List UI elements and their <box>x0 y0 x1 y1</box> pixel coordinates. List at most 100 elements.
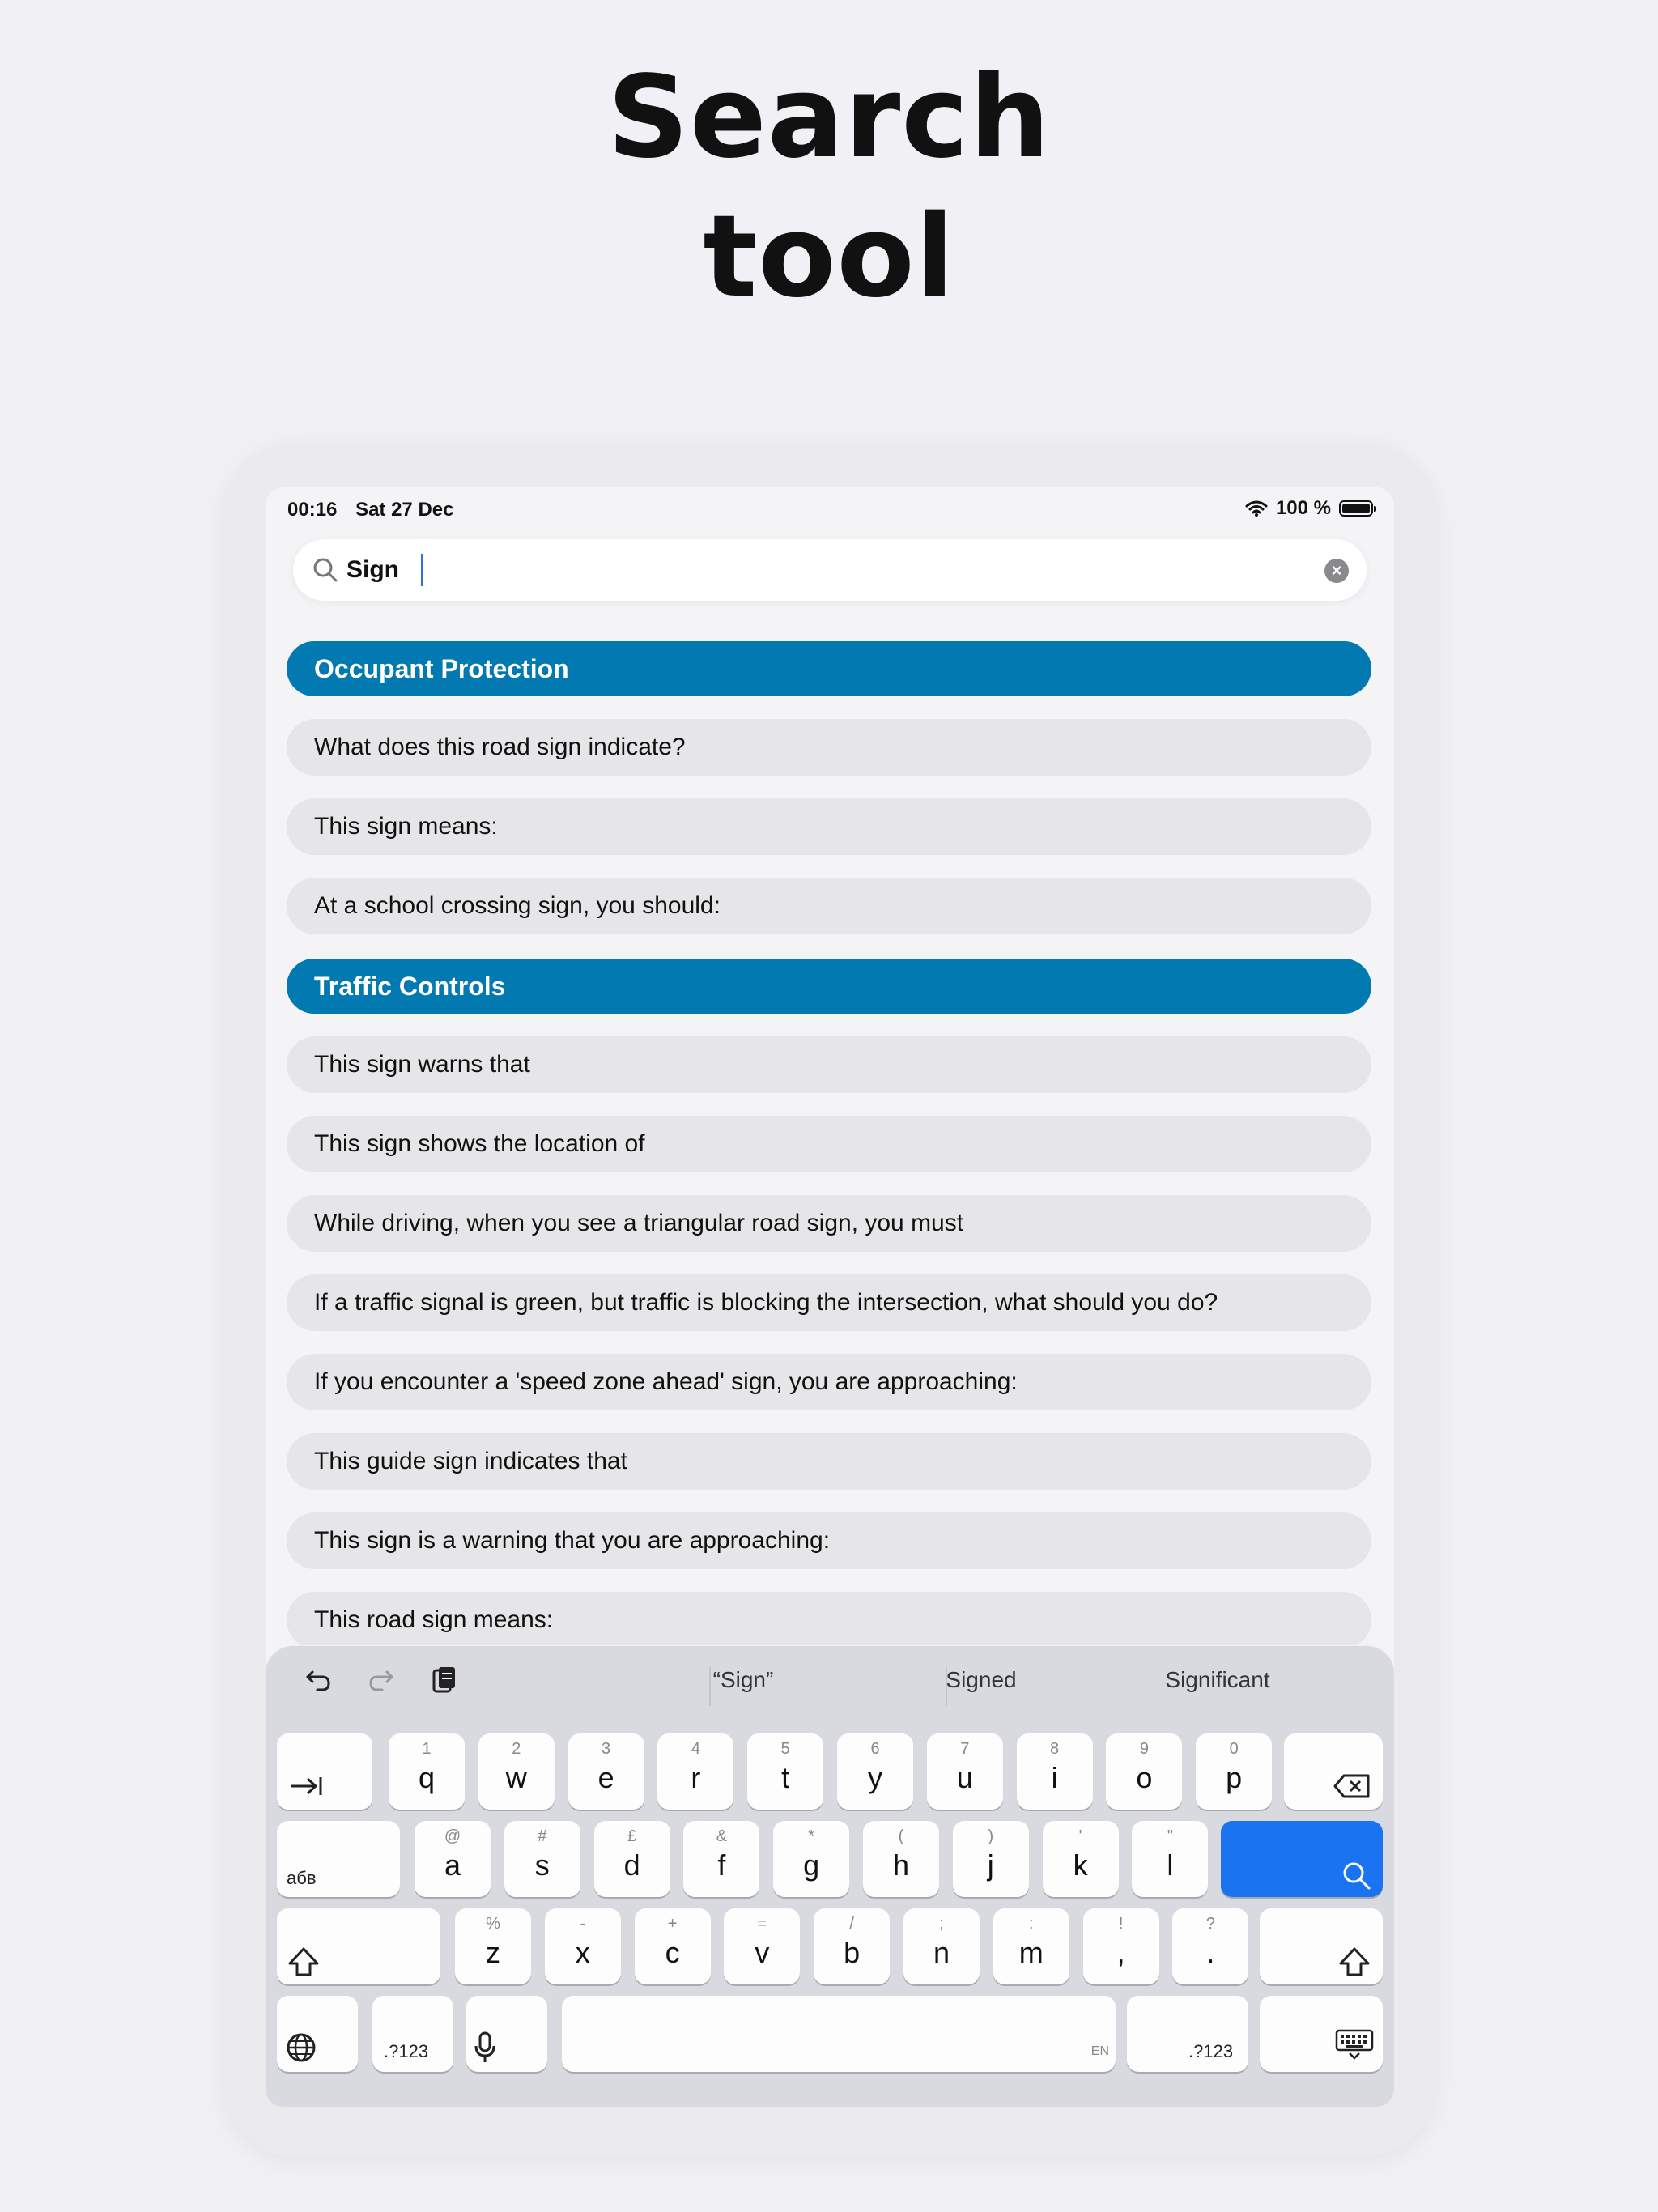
key-alt-label: ; <box>939 1915 944 1933</box>
key-alt-label: = <box>757 1915 767 1933</box>
letter-key-7[interactable]: ' k <box>1042 1821 1119 1897</box>
alphabet-switch-key[interactable]: абв <box>277 1821 400 1897</box>
clear-search-icon[interactable]: × <box>1324 559 1349 583</box>
section-header-occupant-protection[interactable]: Occupant Protection <box>287 641 1371 696</box>
letter-key-6[interactable]: ) j <box>952 1821 1029 1897</box>
letter-key-8[interactable]: " l <box>1132 1821 1209 1897</box>
search-input[interactable] <box>346 552 1302 588</box>
letter-key-2[interactable]: + c <box>634 1908 711 1984</box>
letter-key-5[interactable]: 6y <box>837 1733 913 1810</box>
numbers-key-left[interactable]: .?123 <box>372 1996 453 2072</box>
letter-key-4[interactable]: * g <box>773 1821 850 1897</box>
undo-icon[interactable] <box>301 1662 337 1698</box>
letter-key-2[interactable]: £ d <box>593 1821 670 1897</box>
key-label: . <box>1206 1936 1215 1969</box>
tab-key[interactable] <box>277 1733 372 1810</box>
list-item[interactable]: This sign shows the location of <box>287 1116 1371 1172</box>
globe-icon <box>287 2033 316 2062</box>
list-item[interactable]: At a school crossing sign, you should: <box>287 878 1371 934</box>
clipboard-icon[interactable] <box>426 1662 461 1698</box>
redo-icon[interactable] <box>363 1662 398 1698</box>
key-alt-label: ! <box>1118 1915 1124 1933</box>
shift-key-right[interactable] <box>1260 1908 1383 1984</box>
results-list: Occupant Protection What does this road … <box>287 641 1371 1648</box>
letter-key-2[interactable]: 3e <box>568 1733 644 1810</box>
key-label: t <box>781 1761 790 1794</box>
list-item[interactable]: While driving, when you see a triangular… <box>287 1195 1371 1252</box>
hide-keyboard-key[interactable] <box>1260 1996 1383 2072</box>
key-label: w <box>505 1761 527 1794</box>
search-bar[interactable]: × <box>293 539 1367 601</box>
letter-key-3[interactable]: 4r <box>657 1733 734 1810</box>
key-label: n <box>933 1936 950 1969</box>
key-label: q <box>418 1761 436 1794</box>
section-header-traffic-controls[interactable]: Traffic Controls <box>287 959 1371 1014</box>
space-bar[interactable]: EN <box>562 1996 1116 2072</box>
letter-key-6[interactable]: 7u <box>926 1733 1003 1810</box>
letter-key-4[interactable]: / b <box>814 1908 891 1984</box>
letter-key-7[interactable]: 8i <box>1016 1733 1093 1810</box>
search-icon <box>1343 1862 1371 1890</box>
shift-icon <box>288 1947 319 1976</box>
letter-key-6[interactable]: :m <box>993 1908 1069 1984</box>
suggestion-2[interactable]: Signed <box>868 1667 1095 1693</box>
letter-key-3[interactable]: = v <box>724 1908 801 1984</box>
search-key[interactable] <box>1221 1821 1383 1897</box>
shift-key-left[interactable] <box>277 1908 440 1984</box>
suggestion-3[interactable]: Significant <box>1104 1667 1331 1693</box>
key-alt-label: @ <box>444 1827 461 1845</box>
key-alt-label: 7 <box>960 1740 970 1758</box>
mic-icon <box>474 2031 495 2062</box>
list-item[interactable]: This guide sign indicates that <box>287 1433 1371 1490</box>
key-alt-label: % <box>486 1915 500 1933</box>
key-alt-label: 4 <box>691 1740 700 1758</box>
letter-key-1[interactable]: # s <box>504 1821 580 1897</box>
letter-key-8[interactable]: ?. <box>1172 1908 1249 1984</box>
suggestion-1[interactable]: “Sign” <box>630 1667 857 1693</box>
key-label: a <box>444 1848 461 1882</box>
list-item[interactable]: This sign means: <box>287 798 1371 855</box>
letter-key-1[interactable]: 2w <box>478 1733 555 1810</box>
list-item[interactable]: If you encounter a 'speed zone ahead' si… <box>287 1354 1371 1410</box>
list-item[interactable]: What does this road sign indicate? <box>287 719 1371 776</box>
letter-key-3[interactable]: & f <box>683 1821 760 1897</box>
letter-key-4[interactable]: 5t <box>747 1733 824 1810</box>
key-label: i <box>1051 1761 1058 1794</box>
key-alt-label: 8 <box>1050 1740 1060 1758</box>
key-alt-label: 6 <box>870 1740 880 1758</box>
letter-key-5[interactable]: ; n <box>903 1908 980 1984</box>
letter-key-0[interactable]: 1q <box>389 1733 465 1810</box>
letter-key-8[interactable]: 9o <box>1106 1733 1183 1810</box>
delete-key[interactable] <box>1284 1733 1383 1810</box>
key-alt-label: : <box>1029 1915 1034 1933</box>
status-bar: 00:16 Sat 27 Dec 100 % <box>266 487 1394 533</box>
letter-key-7[interactable]: !, <box>1082 1908 1159 1984</box>
letter-key-0[interactable]: % z <box>455 1908 531 1984</box>
wifi-icon <box>1245 500 1268 517</box>
letter-key-0[interactable]: @ a <box>414 1821 491 1897</box>
letter-key-1[interactable]: -x <box>544 1908 621 1984</box>
globe-key[interactable] <box>277 1996 358 2072</box>
key-label: m <box>1018 1936 1044 1969</box>
shift-icon <box>1339 1947 1370 1976</box>
headline: Search tool <box>0 49 1658 327</box>
tab-icon <box>291 1777 322 1795</box>
numbers-key-right[interactable]: .?123 <box>1127 1996 1248 2072</box>
list-item[interactable]: If a traffic signal is green, but traffi… <box>287 1274 1371 1331</box>
key-alt-label: ( <box>898 1827 904 1845</box>
status-date: Sat 27 Dec <box>355 499 454 521</box>
alphabet-switch-label: абв <box>287 1868 317 1888</box>
list-item[interactable]: This sign is a warning that you are appr… <box>287 1512 1371 1569</box>
list-item[interactable]: This road sign means: <box>287 1592 1371 1648</box>
headline-line-2: tool <box>703 191 955 323</box>
letter-key-5[interactable]: (h <box>863 1821 939 1897</box>
key-label: c <box>665 1936 680 1969</box>
key-label: r <box>691 1761 701 1794</box>
key-label: o <box>1136 1761 1153 1794</box>
list-item[interactable]: This sign warns that <box>287 1036 1371 1093</box>
key-label: z <box>486 1936 500 1969</box>
numbers-label: .?123 <box>1188 2041 1234 2061</box>
letter-key-9[interactable]: 0p <box>1196 1733 1273 1810</box>
key-alt-label: / <box>849 1915 854 1933</box>
dictation-key[interactable] <box>466 1996 547 2072</box>
